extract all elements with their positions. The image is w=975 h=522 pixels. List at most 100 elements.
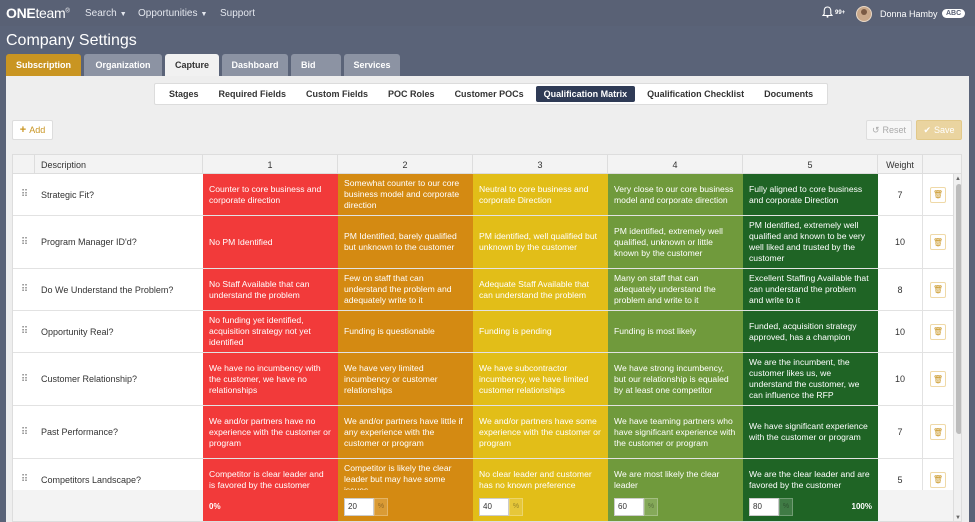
subtab-poc-roles[interactable]: POC Roles — [380, 86, 443, 102]
criteria-cell-level-5[interactable]: Fully aligned to core business and corpo… — [743, 174, 878, 215]
criteria-cell-level-4[interactable]: Many on staff that can adequately unders… — [608, 269, 743, 310]
nav-search[interactable]: Search ▼ — [85, 8, 127, 19]
criteria-cell-level-1[interactable]: No Staff Available that can understand t… — [203, 269, 338, 310]
criteria-cell-level-5[interactable]: PM Identified, extremely well qualified … — [743, 216, 878, 268]
criteria-cell-level-5[interactable]: We are the incumbent, the customer likes… — [743, 353, 878, 405]
row-description[interactable]: Past Performance? — [35, 406, 203, 458]
criteria-cell-level-2[interactable]: Funding is questionable — [338, 311, 473, 352]
criteria-cell-level-1[interactable]: We have no incumbency with the customer,… — [203, 353, 338, 405]
subtab-custom-fields[interactable]: Custom Fields — [298, 86, 376, 102]
criteria-cell-level-4[interactable]: We have teaming partners who have signif… — [608, 406, 743, 458]
user-name[interactable]: Donna Hamby — [880, 9, 938, 19]
tab-dashboard[interactable]: Dashboard — [222, 54, 288, 76]
nav-opportunities[interactable]: Opportunities ▼ — [138, 8, 207, 19]
subtab-qualification-matrix[interactable]: Qualification Matrix — [535, 86, 636, 102]
header-actions — [923, 155, 961, 174]
criteria-cell-level-1[interactable]: No funding yet identified, acquisition s… — [203, 311, 338, 352]
criteria-cell-level-2[interactable]: Few on staff that can understand the pro… — [338, 269, 473, 310]
row-description[interactable]: Strategic Fit? — [35, 174, 203, 215]
row-weight[interactable]: 10 — [878, 216, 923, 268]
criteria-cell-level-3[interactable]: Funding is pending — [473, 311, 608, 352]
undo-icon: ↺ — [871, 124, 880, 135]
bell-icon[interactable] — [821, 6, 834, 21]
subnav: Stages Required Fields Custom Fields POC… — [154, 83, 829, 105]
scroll-up-icon[interactable]: ▲ — [955, 176, 961, 182]
drag-handle-icon[interactable]: ⠿ — [13, 311, 35, 352]
criteria-cell-level-4[interactable]: Very close to our core business model an… — [608, 174, 743, 215]
threshold-level-1: 0% — [203, 490, 338, 521]
criteria-cell-level-3[interactable]: We and/or partners have some experience … — [473, 406, 608, 458]
org-badge: ABC — [942, 9, 966, 18]
row-weight[interactable]: 10 — [878, 311, 923, 352]
trash-icon[interactable]: 🗑 — [930, 471, 946, 488]
drag-handle-icon[interactable]: ⠿ — [13, 353, 35, 405]
criteria-cell-level-3[interactable]: We have subcontractor incumbency, we hav… — [473, 353, 608, 405]
trash-icon[interactable]: 🗑 — [930, 323, 946, 340]
threshold-level-5-input[interactable]: 80 — [749, 497, 779, 516]
row-description[interactable]: Customer Relationship? — [35, 353, 203, 405]
row-description[interactable]: Opportunity Real? — [35, 311, 203, 352]
percent-suffix: % — [779, 497, 793, 516]
trash-icon[interactable]: 🗑 — [930, 186, 946, 203]
percent-suffix: % — [644, 497, 658, 516]
drag-handle-icon[interactable]: ⠿ — [13, 406, 35, 458]
tab-bid[interactable]: Bid — [291, 54, 341, 76]
table-scrollbar[interactable]: ▲ ▼ — [953, 174, 961, 521]
criteria-cell-level-5[interactable]: Funded, acquisition strategy approved, h… — [743, 311, 878, 352]
subtab-customer-pocs[interactable]: Customer POCs — [447, 86, 532, 102]
percent-suffix: % — [509, 497, 523, 516]
reset-button[interactable]: ↺ Reset — [866, 120, 912, 140]
criteria-cell-level-1[interactable]: No PM Identified — [203, 216, 338, 268]
footer-spacer — [13, 490, 203, 521]
subtab-documents[interactable]: Documents — [756, 86, 821, 102]
row-description[interactable]: Program Manager ID'd? — [35, 216, 203, 268]
criteria-cell-level-3[interactable]: PM identified, well qualified but unknow… — [473, 216, 608, 268]
notification-count: 99+ — [835, 10, 846, 16]
scrollbar-thumb[interactable] — [956, 184, 961, 434]
threshold-level-4-input[interactable]: 60 — [614, 497, 644, 516]
trash-icon[interactable]: 🗑 — [930, 371, 946, 387]
trash-icon[interactable]: 🗑 — [930, 234, 946, 250]
add-button[interactable]: + Add — [12, 120, 53, 140]
tab-capture[interactable]: Capture — [165, 54, 219, 76]
threshold-level-3-input[interactable]: 40 — [479, 497, 509, 516]
row-weight[interactable]: 8 — [878, 269, 923, 310]
drag-handle-icon[interactable]: ⠿ — [13, 269, 35, 310]
nav-support[interactable]: Support — [220, 8, 255, 19]
criteria-cell-level-3[interactable]: Neutral to core business and corporate D… — [473, 174, 608, 215]
criteria-cell-level-1[interactable]: We and/or partners have no experience wi… — [203, 406, 338, 458]
criteria-cell-level-5[interactable]: Excellent Staffing Available that can un… — [743, 269, 878, 310]
trash-icon[interactable]: 🗑 — [930, 281, 946, 298]
tab-subscription[interactable]: Subscription — [6, 54, 81, 76]
drag-handle-icon[interactable]: ⠿ — [13, 216, 35, 268]
header-description[interactable]: Description — [35, 155, 203, 174]
subtab-qualification-checklist[interactable]: Qualification Checklist — [639, 86, 752, 102]
criteria-cell-level-4[interactable]: We have strong incumbency, but our relat… — [608, 353, 743, 405]
row-weight[interactable]: 7 — [878, 406, 923, 458]
tab-organization[interactable]: Organization — [84, 54, 162, 76]
criteria-cell-level-2[interactable]: We and/or partners have little if any ex… — [338, 406, 473, 458]
criteria-cell-level-3[interactable]: Adequate Staff Available that can unders… — [473, 269, 608, 310]
criteria-cell-level-4[interactable]: Funding is most likely — [608, 311, 743, 352]
subtab-stages[interactable]: Stages — [161, 86, 207, 102]
row-description[interactable]: Do We Understand the Problem? — [35, 269, 203, 310]
subtab-required-fields[interactable]: Required Fields — [211, 86, 295, 102]
criteria-cell-level-2[interactable]: PM Identified, barely qualified but unkn… — [338, 216, 473, 268]
criteria-cell-level-4[interactable]: PM identified, extremely well qualified,… — [608, 216, 743, 268]
row-weight[interactable]: 10 — [878, 353, 923, 405]
main-tabs: Subscription Organization Capture Dashbo… — [6, 54, 400, 76]
drag-handle-icon[interactable]: ⠿ — [13, 174, 35, 215]
row-weight[interactable]: 7 — [878, 174, 923, 215]
threshold-level-3: 40 % — [473, 490, 608, 521]
criteria-cell-level-1[interactable]: Counter to core business and corporate d… — [203, 174, 338, 215]
save-button[interactable]: ✔ Save — [916, 120, 962, 140]
threshold-level-2-input[interactable]: 20 — [344, 497, 374, 516]
app-logo[interactable]: ONEteam® — [6, 5, 70, 21]
avatar[interactable] — [856, 6, 872, 22]
criteria-cell-level-5[interactable]: We have significant experience with the … — [743, 406, 878, 458]
tab-services[interactable]: Services — [344, 54, 400, 76]
criteria-cell-level-2[interactable]: We have very limited incumbency or custo… — [338, 353, 473, 405]
trash-icon[interactable]: 🗑 — [930, 424, 946, 440]
scroll-down-icon[interactable]: ▼ — [955, 515, 961, 521]
criteria-cell-level-2[interactable]: Somewhat counter to our core business mo… — [338, 174, 473, 215]
